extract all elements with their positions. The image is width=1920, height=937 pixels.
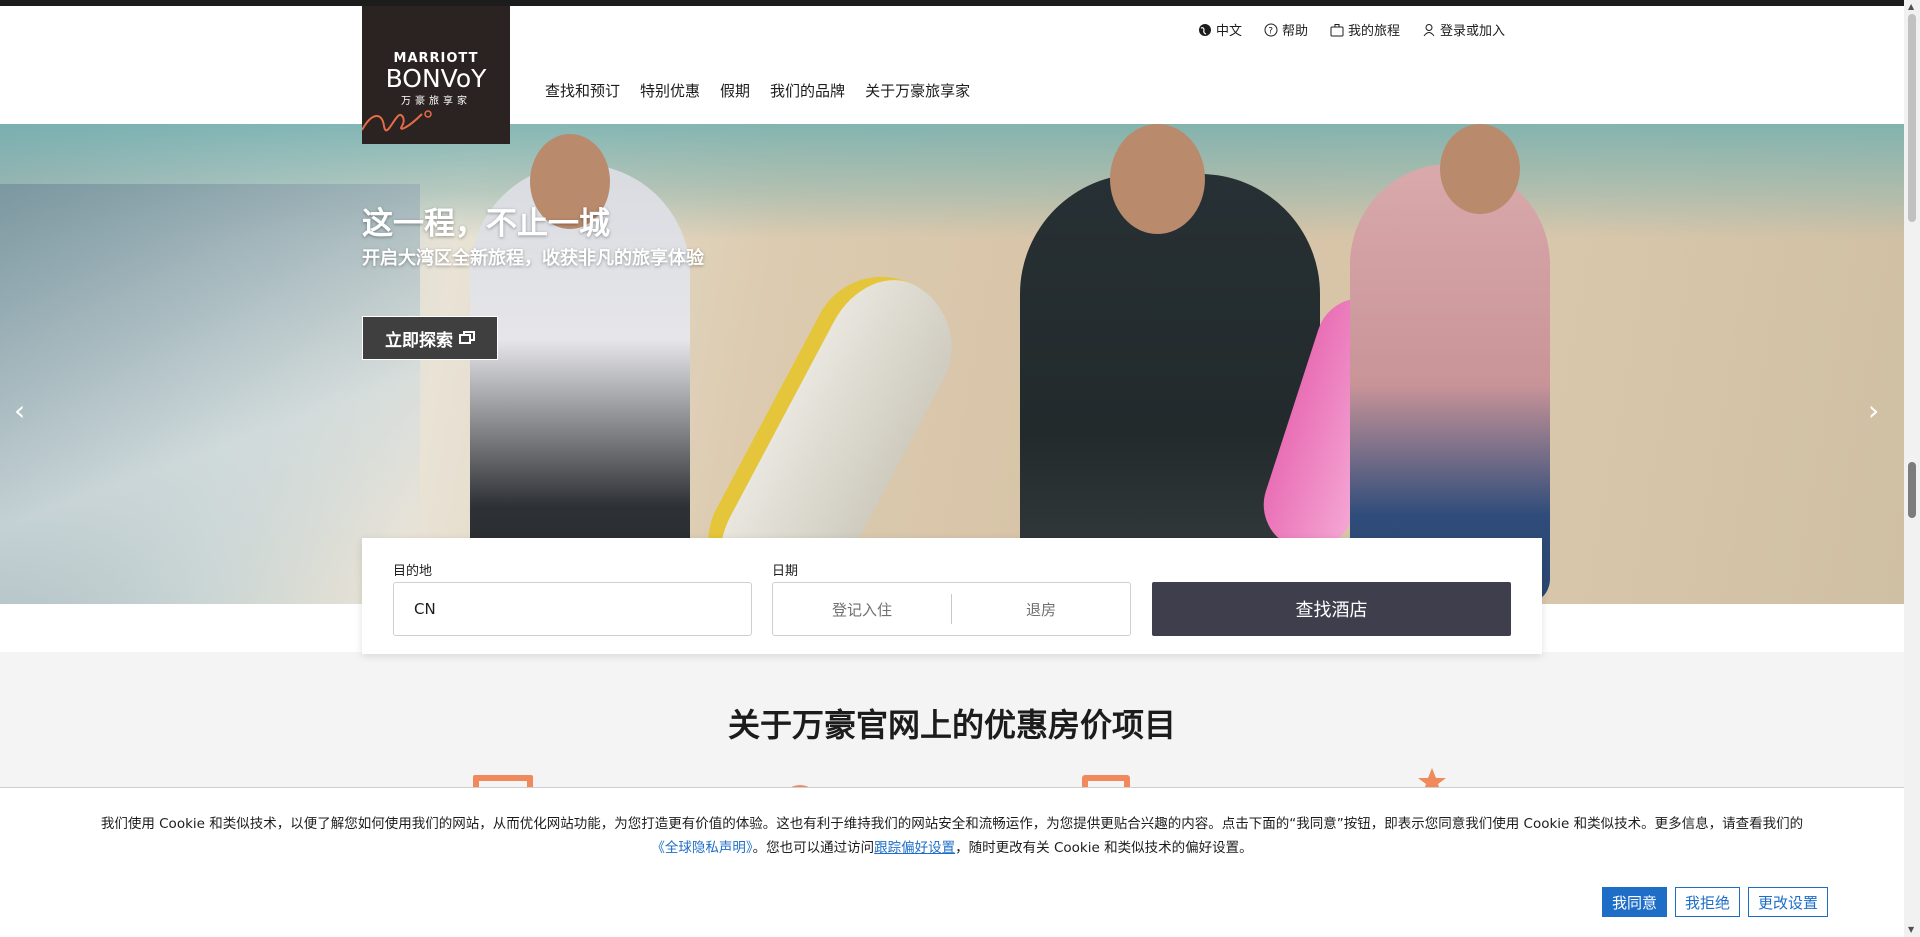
vertical-scrollbar[interactable]: ▲ ▼ (1904, 0, 1920, 937)
main-nav: 查找和预订 特别优惠 假期 我们的品牌 关于万豪旅享家 (545, 80, 970, 101)
nav-find-and-book[interactable]: 查找和预订 (545, 80, 620, 101)
nav-about-bonvoy[interactable]: 关于万豪旅享家 (865, 80, 970, 101)
scroll-up-icon[interactable]: ▲ (1908, 2, 1914, 11)
utility-nav: 中文 ? 帮助 我的旅程 登录或加入 (1198, 20, 1505, 39)
sign-in-label: 登录或加入 (1440, 24, 1506, 39)
globe-icon (1199, 23, 1211, 36)
dates-label: 日期 (772, 564, 799, 579)
logo-swirl-icon (362, 110, 432, 132)
hero-image-head (1440, 124, 1520, 214)
cookie-text-part-3: ，随时更改有关 Cookie 和类似技术的偏好设置。 (955, 840, 1253, 856)
cookie-banner: 我们使用 Cookie 和类似技术，以便了解您如何使用我们的网站，从而优化网站功… (0, 787, 1904, 937)
nav-our-brands[interactable]: 我们的品牌 (770, 80, 845, 101)
my-trips-link[interactable]: 我的旅程 (1330, 20, 1400, 39)
explore-button[interactable]: 立即探索 (362, 316, 498, 360)
site-header: MARRIOTT BONVoY 万豪旅享家 中文 ? 帮助 我的旅程 登录或加入… (0, 6, 1904, 144)
destination-value: CN (414, 600, 436, 618)
checkin-field[interactable]: 登记入住 (773, 599, 951, 620)
hero-title: 这一程，不止一城 (362, 206, 610, 242)
destination-input[interactable]: CN (393, 582, 752, 636)
destination-label: 目的地 (393, 564, 433, 579)
hotel-search-form: 目的地 CN 日期 登记入住 退房 查找酒店 (362, 538, 1542, 654)
carousel-prev-icon[interactable]: ‹ (14, 394, 25, 427)
help-label: 帮助 (1282, 24, 1309, 39)
help-circle-icon: ? (1264, 23, 1278, 36)
external-window-icon (459, 331, 475, 344)
dates-input[interactable]: 登记入住 退房 (772, 582, 1131, 636)
suitcase-icon (1330, 23, 1344, 36)
tracking-preferences-link[interactable]: 跟踪偏好设置 (874, 840, 955, 856)
checkout-field[interactable]: 退房 (952, 599, 1130, 620)
reject-button[interactable]: 我拒绝 (1675, 887, 1741, 917)
nav-special-offers[interactable]: 特别优惠 (640, 80, 700, 101)
nav-vacations[interactable]: 假期 (720, 80, 750, 101)
language-link[interactable]: 中文 (1198, 20, 1242, 39)
hero-subtitle: 开启大湾区全新旅程，收获非凡的旅享体验 (362, 248, 704, 269)
agree-button[interactable]: 我同意 (1602, 887, 1668, 917)
change-settings-button[interactable]: 更改设置 (1748, 887, 1829, 917)
hero-carousel: ‹ › (0, 124, 1904, 604)
find-hotels-button[interactable]: 查找酒店 (1152, 582, 1511, 636)
privacy-statement-link[interactable]: 《全球隐私声明》 (651, 840, 752, 856)
carousel-next-icon[interactable]: › (1868, 394, 1879, 427)
scrollbar-thumb[interactable] (1908, 14, 1916, 222)
explore-button-label: 立即探索 (385, 330, 453, 351)
marriott-bonvoy-logo[interactable]: MARRIOTT BONVoY 万豪旅享家 (362, 6, 510, 144)
logo-line-2: BONVoY (385, 64, 487, 93)
my-trips-label: 我的旅程 (1348, 24, 1401, 39)
section-title: 关于万豪官网上的优惠房价项目 (727, 706, 1176, 744)
cookie-text: 我们使用 Cookie 和类似技术，以便了解您如何使用我们的网站，从而优化网站功… (60, 812, 1844, 860)
cookie-text-part-1: 我们使用 Cookie 和类似技术，以便了解您如何使用我们的网站，从而优化网站功… (100, 816, 1804, 832)
svg-text:?: ? (1268, 26, 1273, 36)
user-icon (1423, 23, 1435, 36)
cookie-buttons: 我同意 我拒绝 更改设置 (1602, 887, 1829, 917)
help-link[interactable]: ? 帮助 (1264, 20, 1308, 39)
hero-image-head (1110, 124, 1205, 234)
hero-image-waves (0, 184, 420, 604)
scroll-down-icon[interactable]: ▼ (1908, 925, 1914, 934)
sign-in-link[interactable]: 登录或加入 (1422, 20, 1505, 39)
scrollbar-marker (1908, 462, 1916, 518)
cookie-text-part-2: 。您也可以通过访问 (752, 840, 875, 856)
language-label: 中文 (1216, 24, 1243, 39)
